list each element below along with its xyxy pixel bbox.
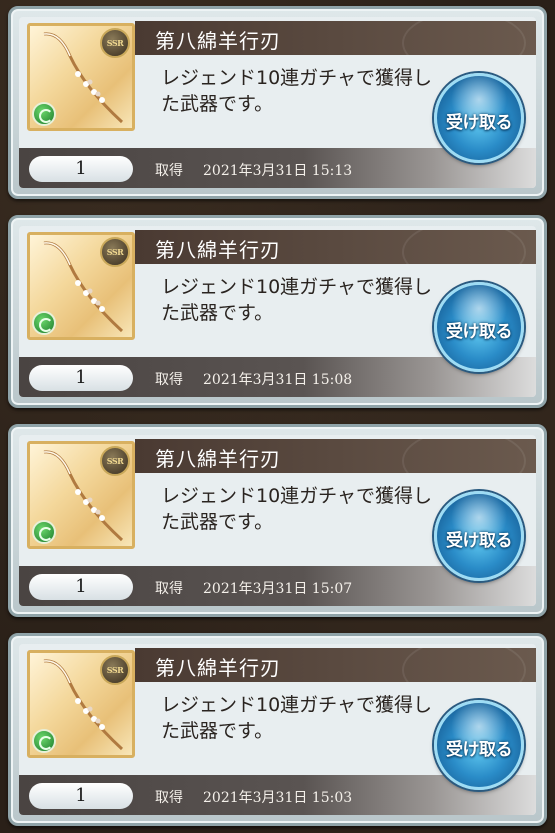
item-description: レジェンド10連ガチャで獲得した武器です。 xyxy=(161,276,432,324)
receive-button-label: 受け取る xyxy=(446,113,513,133)
wind-element-icon xyxy=(32,729,56,753)
ssr-rarity-icon: SSR xyxy=(100,446,130,476)
weapon-thumbnail[interactable]: SSR xyxy=(27,23,135,131)
receive-button[interactable]: 受け取る xyxy=(434,700,524,790)
item-title: 第八綿羊行刃 xyxy=(155,238,281,262)
weapon-thumbnail[interactable]: SSR xyxy=(27,441,135,549)
acquired-datetime: 2021年3月31日 15:08 xyxy=(203,372,353,388)
card-body: 第八綿羊行刃 SSR レジェンド10連ガチャで獲得した武器です。 1 取得 20… xyxy=(19,435,536,606)
receive-button[interactable]: 受け取る xyxy=(434,73,524,163)
acquired-datetime: 2021年3月31日 15:13 xyxy=(203,163,353,179)
receive-button-label: 受け取る xyxy=(446,531,513,551)
item-title-bar: 第八綿羊行刃 xyxy=(135,21,536,55)
receive-button[interactable]: 受け取る xyxy=(434,491,524,581)
weapon-thumbnail[interactable]: SSR xyxy=(27,650,135,758)
item-title: 第八綿羊行刃 xyxy=(155,29,281,53)
present-card: 第八綿羊行刃 SSR レジェンド10連ガチャで獲得した武器です。 1 取得 20… xyxy=(8,6,547,199)
present-card: 第八綿羊行刃 SSR レジェンド10連ガチャで獲得した武器です。 1 取得 20… xyxy=(8,215,547,408)
item-title-bar: 第八綿羊行刃 xyxy=(135,648,536,682)
acquired-datetime: 2021年3月31日 15:07 xyxy=(203,581,353,597)
acquired-datetime: 2021年3月31日 15:03 xyxy=(203,790,353,806)
wind-element-icon xyxy=(32,102,56,126)
present-card: 第八綿羊行刃 SSR レジェンド10連ガチャで獲得した武器です。 1 取得 20… xyxy=(8,633,547,826)
receive-button-label: 受け取る xyxy=(446,322,513,342)
acquired-label: 取得 xyxy=(155,372,183,388)
wind-element-icon xyxy=(32,311,56,335)
item-description: レジェンド10連ガチャで獲得した武器です。 xyxy=(161,67,432,115)
item-description: レジェンド10連ガチャで獲得した武器です。 xyxy=(161,694,432,742)
item-title: 第八綿羊行刃 xyxy=(155,656,281,680)
card-body: 第八綿羊行刃 SSR レジェンド10連ガチャで獲得した武器です。 1 取得 20… xyxy=(19,644,536,815)
weapon-thumbnail[interactable]: SSR xyxy=(27,232,135,340)
item-title: 第八綿羊行刃 xyxy=(155,447,281,471)
acquired-label: 取得 xyxy=(155,581,183,597)
item-title-bar: 第八綿羊行刃 xyxy=(135,439,536,473)
item-title-bar: 第八綿羊行刃 xyxy=(135,230,536,264)
ssr-rarity-icon: SSR xyxy=(100,655,130,685)
quantity-badge: 1 xyxy=(29,574,133,600)
acquired-label: 取得 xyxy=(155,163,183,179)
item-description: レジェンド10連ガチャで獲得した武器です。 xyxy=(161,485,432,533)
acquired-label: 取得 xyxy=(155,790,183,806)
present-list: 第八綿羊行刃 SSR レジェンド10連ガチャで獲得した武器です。 1 取得 20… xyxy=(0,0,555,833)
card-body: 第八綿羊行刃 SSR レジェンド10連ガチャで獲得した武器です。 1 取得 20… xyxy=(19,17,536,188)
present-card: 第八綿羊行刃 SSR レジェンド10連ガチャで獲得した武器です。 1 取得 20… xyxy=(8,424,547,617)
receive-button-label: 受け取る xyxy=(446,740,513,760)
wind-element-icon xyxy=(32,520,56,544)
quantity-badge: 1 xyxy=(29,156,133,182)
ssr-rarity-icon: SSR xyxy=(100,237,130,267)
quantity-badge: 1 xyxy=(29,365,133,391)
card-body: 第八綿羊行刃 SSR レジェンド10連ガチャで獲得した武器です。 1 取得 20… xyxy=(19,226,536,397)
receive-button[interactable]: 受け取る xyxy=(434,282,524,372)
ssr-rarity-icon: SSR xyxy=(100,28,130,58)
quantity-badge: 1 xyxy=(29,783,133,809)
